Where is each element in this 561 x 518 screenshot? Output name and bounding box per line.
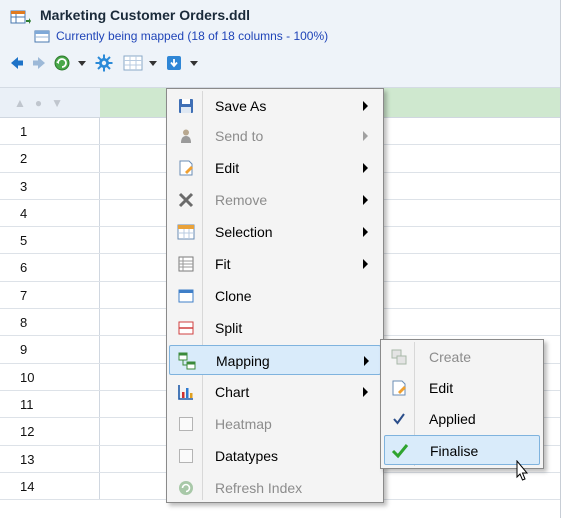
sort-up-icon[interactable]: ▲ xyxy=(14,96,26,110)
menu-item-label: Fit xyxy=(215,256,231,272)
row-header-tools: ▲ ● ▼ xyxy=(14,96,63,110)
mouse-pointer-icon xyxy=(516,460,529,481)
menu-item-fit[interactable]: Fit xyxy=(169,249,381,279)
fit-icon xyxy=(177,255,195,273)
row-number: 10 xyxy=(0,363,100,390)
checkbox-icon xyxy=(177,415,195,433)
menu-item-datatypes[interactable]: Datatypes xyxy=(169,441,381,471)
selection-icon xyxy=(177,223,195,241)
row-number: 1 xyxy=(0,118,100,145)
refresh-dropdown-caret[interactable] xyxy=(78,61,86,66)
row-number: 3 xyxy=(0,172,100,199)
save-icon xyxy=(177,97,195,115)
row-number: 5 xyxy=(0,227,100,254)
menu-item-label: Chart xyxy=(215,384,250,400)
submenu-arrow-icon xyxy=(363,131,368,141)
submenu-arrow-icon xyxy=(363,227,368,237)
mapping-status-text: Currently being mapped (18 of 18 columns… xyxy=(56,29,329,43)
mapping-icon xyxy=(178,352,196,370)
edit-icon xyxy=(390,379,408,397)
clone-icon xyxy=(177,287,195,305)
menu-item-label: Split xyxy=(215,320,243,336)
menu-item-label: Edit xyxy=(215,160,240,176)
menu-item-label: Selection xyxy=(215,224,273,240)
submenu-arrow-icon xyxy=(363,259,368,269)
row-number: 9 xyxy=(0,336,100,363)
submenu-item-applied[interactable]: Applied xyxy=(384,404,540,434)
refresh-icon xyxy=(177,479,195,497)
row-number: 2 xyxy=(0,145,100,172)
back-arrow-icon[interactable] xyxy=(8,52,26,74)
row-number: 13 xyxy=(0,445,100,472)
menu-item-label: Send to xyxy=(215,128,264,144)
submenu-arrow-icon xyxy=(364,356,369,366)
submenu-arrow-icon xyxy=(363,195,368,205)
submenu-item-label: Edit xyxy=(429,380,454,396)
grid-dropdown-caret[interactable] xyxy=(149,61,157,66)
grid-view-icon[interactable] xyxy=(122,52,144,74)
menu-item-label: Clone xyxy=(215,288,252,304)
submenu-arrow-icon xyxy=(363,101,368,111)
record-icon[interactable]: ● xyxy=(35,96,42,110)
submenu-item-edit[interactable]: Edit xyxy=(384,373,540,403)
settings-gear-icon[interactable] xyxy=(94,52,114,74)
menu-item-save-as[interactable]: Save As xyxy=(169,91,381,121)
menu-item-refresh-index[interactable]: Refresh Index xyxy=(169,473,381,503)
menu-item-remove[interactable]: Remove xyxy=(169,185,381,215)
mapping-submenu: Create Edit Applied Finalise xyxy=(380,339,544,469)
table-document-icon xyxy=(10,10,31,24)
document-title: Marketing Customer Orders.ddl xyxy=(40,7,251,23)
menu-item-clone[interactable]: Clone xyxy=(169,281,381,311)
submenu-item-label: Applied xyxy=(429,411,476,427)
green-check-icon xyxy=(391,442,409,460)
submenu-arrow-icon xyxy=(363,163,368,173)
menu-item-edit[interactable]: Edit xyxy=(169,153,381,183)
export-icon[interactable] xyxy=(164,52,184,74)
edit-icon xyxy=(177,159,195,177)
menu-item-chart[interactable]: Chart xyxy=(169,377,381,407)
menu-item-split[interactable]: Split xyxy=(169,313,381,343)
chart-icon xyxy=(177,383,195,401)
menu-item-label: Remove xyxy=(215,192,268,208)
checkbox-icon xyxy=(177,447,195,465)
menu-item-send-to[interactable]: Send to xyxy=(169,121,381,151)
document-header: Marketing Customer Orders.ddl Currently … xyxy=(0,0,560,88)
menu-item-heatmap[interactable]: Heatmap xyxy=(169,409,381,439)
menu-item-label: Heatmap xyxy=(215,416,272,432)
remove-x-icon xyxy=(177,191,195,209)
row-number: 14 xyxy=(0,472,100,500)
menu-item-label: Datatypes xyxy=(215,448,279,464)
row-number: 8 xyxy=(0,309,100,336)
export-dropdown-caret[interactable] xyxy=(190,61,198,66)
context-menu: Save As Send to Edit Remove Selection Fi… xyxy=(166,88,384,503)
checkmark-icon xyxy=(390,410,408,428)
menu-item-label: Save As xyxy=(215,98,267,114)
mapping-status-icon xyxy=(34,30,50,43)
submenu-item-create[interactable]: Create xyxy=(384,342,540,372)
menu-item-label: Refresh Index xyxy=(215,480,303,496)
submenu-item-label: Create xyxy=(429,349,472,365)
row-number: 4 xyxy=(0,199,100,227)
split-icon xyxy=(177,319,195,337)
person-icon xyxy=(177,127,195,145)
menu-item-mapping[interactable]: Mapping xyxy=(169,345,381,375)
menu-item-selection[interactable]: Selection xyxy=(169,217,381,247)
menu-item-label: Mapping xyxy=(216,353,270,369)
forward-arrow-icon[interactable] xyxy=(30,52,48,74)
row-number: 6 xyxy=(0,254,100,281)
row-number: 12 xyxy=(0,418,100,445)
refresh-globe-icon[interactable] xyxy=(52,52,72,74)
filter-icon[interactable]: ▼ xyxy=(51,96,63,110)
row-number: 11 xyxy=(0,390,100,418)
create-icon xyxy=(390,348,408,366)
row-number: 7 xyxy=(0,281,100,309)
toolbar xyxy=(0,48,560,78)
app-window: Marketing Customer Orders.ddl Currently … xyxy=(0,0,561,518)
submenu-item-label: Finalise xyxy=(430,443,479,459)
submenu-arrow-icon xyxy=(363,387,368,397)
